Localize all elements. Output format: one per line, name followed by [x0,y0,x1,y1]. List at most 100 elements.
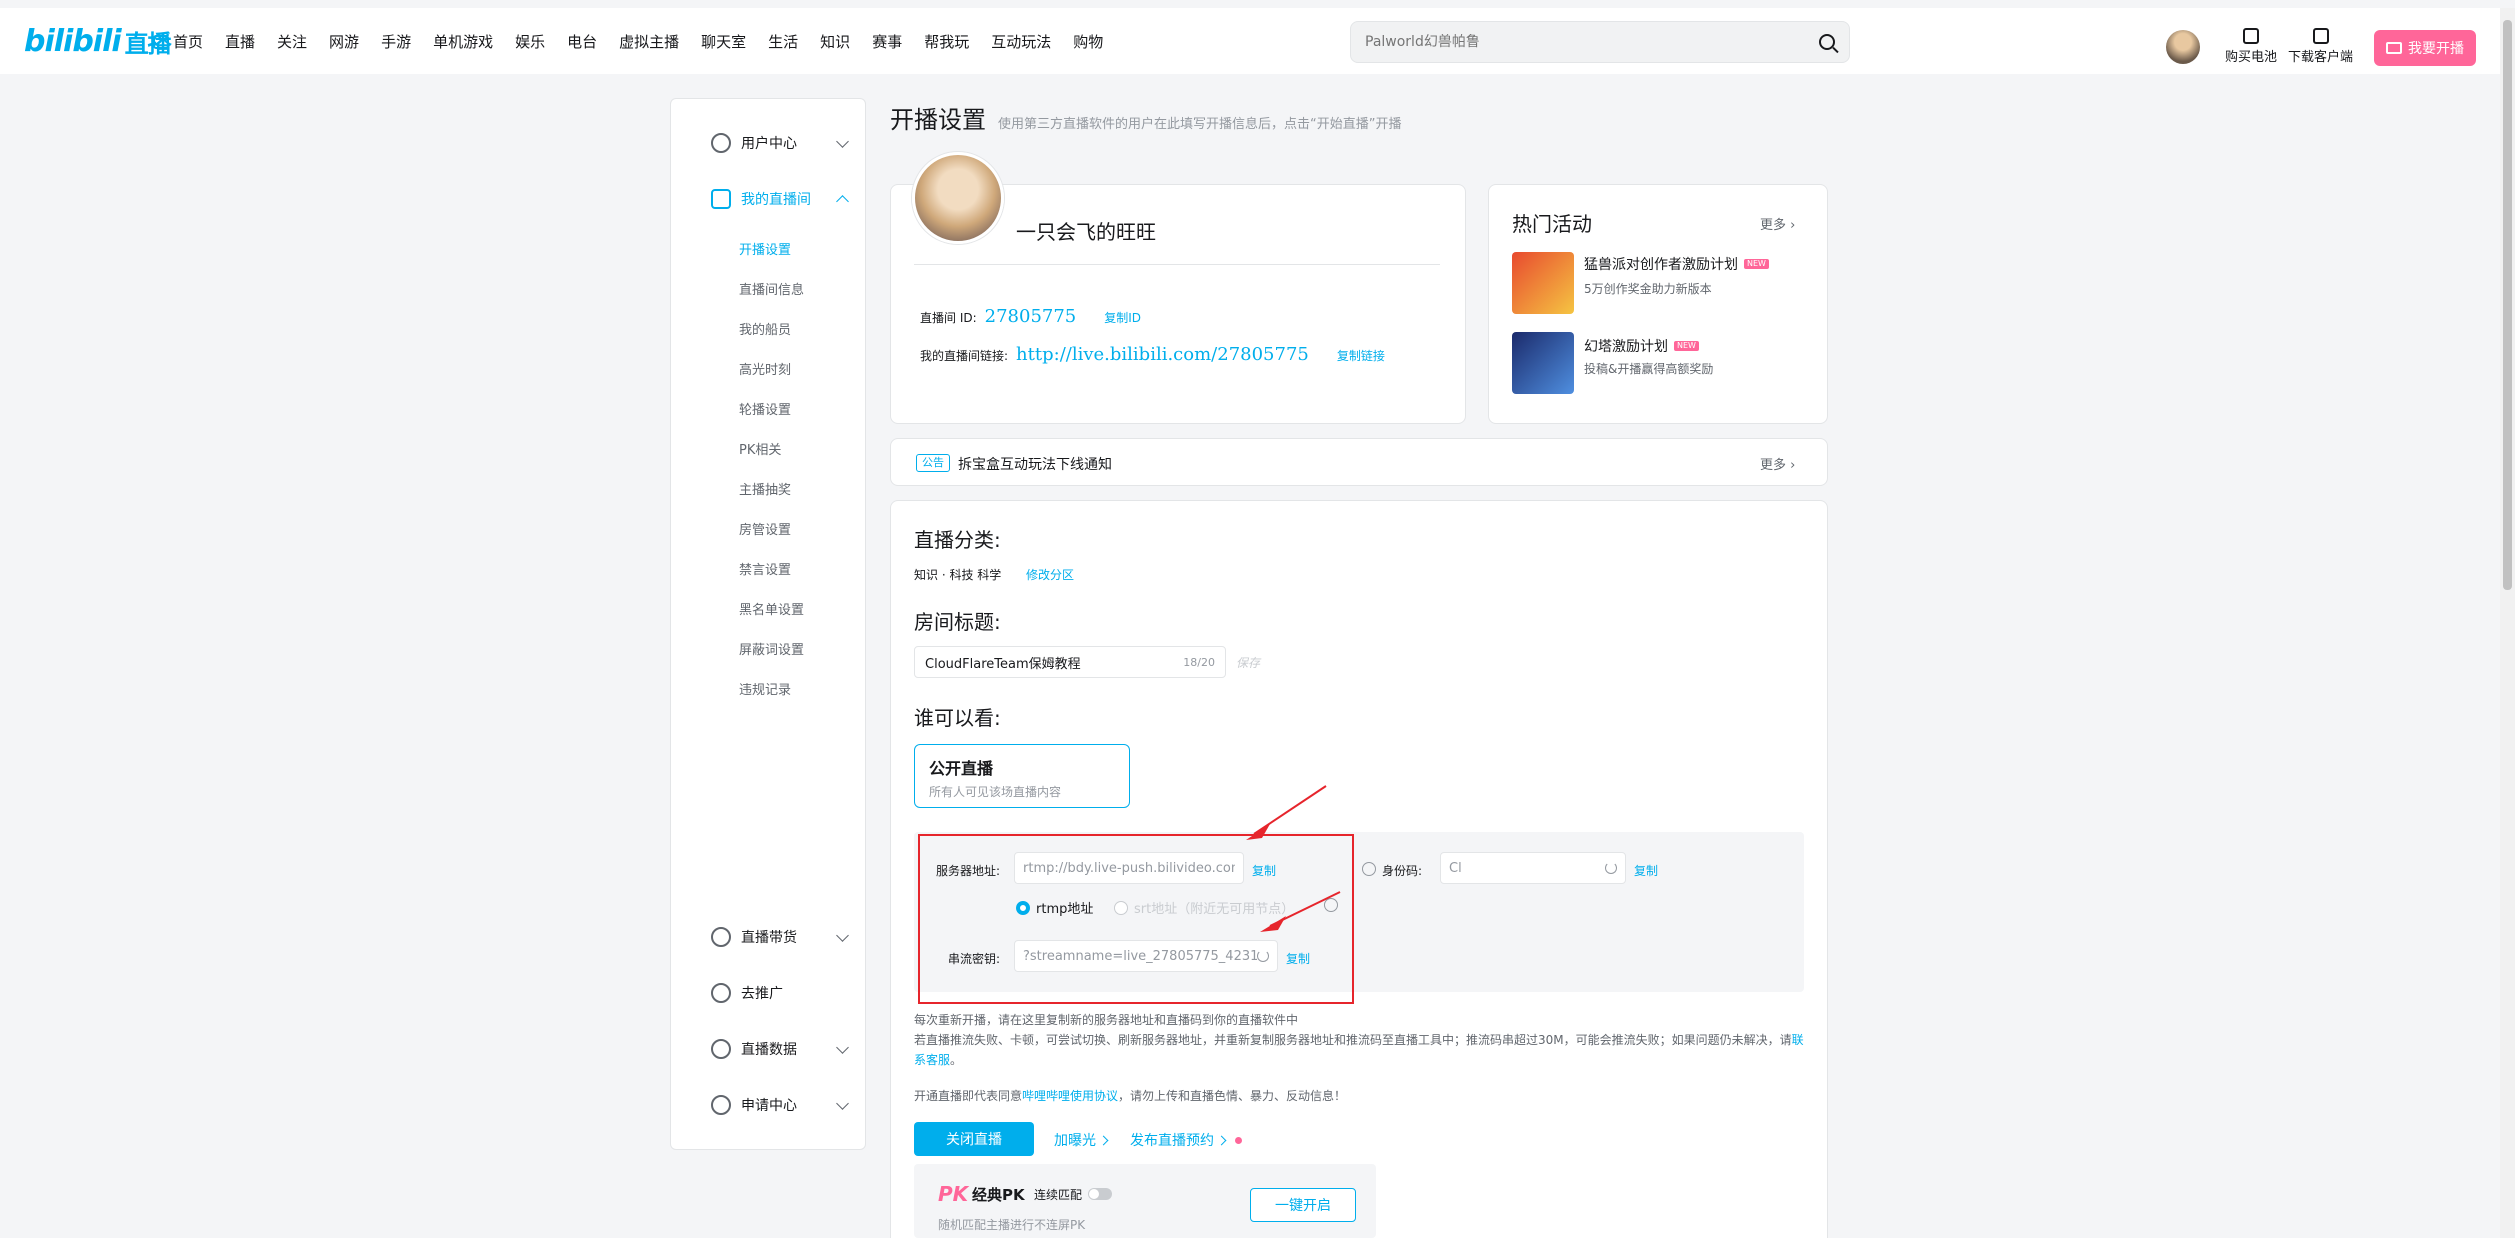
chevron-down-icon [836,1097,849,1110]
new-badge: NEW [1674,341,1699,351]
sidebar-sub-blacklist[interactable]: 黑名单设置 [739,599,804,618]
copy-identity-button[interactable]: 复制 [1634,862,1658,879]
agreement-text: 开通直播即代表同意哔哩哔哩使用协议，请勿上传和直播色情、暴力、反动信息！ [914,1086,1346,1106]
go-live-label: 我要开播 [2408,41,2464,57]
sidebar-sub-mute[interactable]: 禁言设置 [739,559,791,578]
user-icon [711,133,731,153]
chevron-down-icon [836,1041,849,1054]
nav-item-radio[interactable]: 电台 [556,30,608,54]
page-scrollbar[interactable] [2500,8,2515,1238]
streamer-avatar[interactable] [912,152,1004,244]
notice-more-link[interactable]: 更多 › [1760,454,1795,473]
nav-item-interactive[interactable]: 互动玩法 [980,30,1062,54]
sidebar-item-user-center[interactable]: 用户中心 [671,123,867,163]
sidebar-item-commerce[interactable]: 直播带货 [671,917,867,957]
data-icon [711,1039,731,1059]
go-live-button[interactable]: 我要开播 [2374,30,2476,66]
nav-item-online-games[interactable]: 网游 [318,30,370,54]
agreement-link[interactable]: 哔哩哔哩使用协议 [1022,1089,1118,1103]
room-link-value[interactable]: http://live.bilibili.com/27805775 [1016,344,1309,365]
close-live-button[interactable]: 关闭直播 [914,1122,1034,1156]
nav-item-life[interactable]: 生活 [757,30,809,54]
tv-icon [711,189,731,209]
nav-item-vtuber[interactable]: 虚拟主播 [608,30,690,54]
cart-icon [711,927,731,947]
nav-item-shopping[interactable]: 购物 [1062,30,1114,54]
hint-text: 每次重新开播，请在这里复制新的服务器地址和直播码到你的直播软件中 若直播推流失败… [914,1010,1814,1070]
annotation-arrows [1246,785,1341,932]
sidebar-sub-broadcast-settings[interactable]: 开播设置 [739,239,791,258]
streamer-name: 一只会飞的旺旺 [1016,220,1156,244]
chevron-right-icon [1098,1135,1109,1145]
sidebar-sub-highlights[interactable]: 高光时刻 [739,359,791,378]
buy-battery-button[interactable]: 购买电池 [2225,28,2277,65]
copy-link-link[interactable]: 复制链接 [1337,347,1385,364]
room-id-label: 直播间 ID: [920,311,977,325]
new-badge: NEW [1744,259,1769,269]
sidebar-item-label: 我的直播间 [741,192,811,208]
sidebar-sub-room-info[interactable]: 直播间信息 [739,279,804,298]
continuous-match-label: 连续匹配 [1034,1188,1083,1202]
sidebar-sub-block-words[interactable]: 屏蔽词设置 [739,639,804,658]
sidebar-item-my-room[interactable]: 我的直播间 [671,179,867,219]
sidebar-sub-carousel[interactable]: 轮播设置 [739,399,791,418]
divider [914,264,1440,265]
camera-icon [2386,42,2402,54]
activity-name[interactable]: 幻塔激励计划 NEW [1584,336,1699,356]
nav-item-knowledge[interactable]: 知识 [809,30,861,54]
more-label: 更多 [1760,458,1787,473]
sidebar-item-label: 申请中心 [741,1098,797,1114]
sidebar-sub-pk[interactable]: PK相关 [739,439,781,458]
nav-label: 首页 [173,33,204,51]
activity-thumbnail[interactable] [1512,252,1574,314]
search-input[interactable] [1365,34,1819,50]
save-title-button[interactable]: 保存 [1236,654,1260,671]
tv-icon [153,35,169,49]
sidebar-item-promote[interactable]: 去推广 [671,973,867,1013]
room-link-row: 我的直播间链接: http://live.bilibili.com/278057… [920,344,1385,365]
nav-item-chat[interactable]: 聊天室 [690,30,757,54]
user-avatar[interactable] [2166,30,2200,64]
sidebar-sub-room-admin[interactable]: 房管设置 [739,519,791,538]
room-title-label: 房间标题: [914,610,1001,634]
download-client-button[interactable]: 下载客户端 [2288,28,2353,65]
continuous-match-toggle[interactable] [1088,1188,1112,1200]
nav-item-follow[interactable]: 关注 [266,30,318,54]
notice-text[interactable]: 拆宝盒互动玩法下线通知 [958,454,1112,474]
top-bar: bilibili 直播 首页 直播 关注 网游 手游 单机游戏 娱乐 电台 虚拟… [0,8,2500,74]
page-header: 开播设置 使用第三方直播软件的用户在此填写开播信息后，点击“开始直播”开播 [890,100,1401,135]
activity-thumbnail[interactable] [1512,332,1574,394]
nav-item-mobile-games[interactable]: 手游 [370,30,422,54]
search-icon[interactable] [1819,34,1835,50]
sidebar-sub-violations[interactable]: 违规记录 [739,679,791,698]
schedule-link[interactable]: 发布直播预约 [1130,1130,1242,1150]
visibility-public-option[interactable]: 公开直播 所有人可见该场直播内容 [914,744,1130,808]
nav-item-help-play[interactable]: 帮我玩 [913,30,980,54]
activity-name[interactable]: 猛兽派对创作者激励计划 NEW [1584,254,1769,274]
page-description: 使用第三方直播软件的用户在此填写开播信息后，点击“开始直播”开播 [998,117,1402,132]
nav-item-single-games[interactable]: 单机游戏 [422,30,504,54]
sidebar-item-data[interactable]: 直播数据 [671,1029,867,1069]
identity-code-input[interactable] [1449,860,1605,876]
sidebar-sub-crew[interactable]: 我的船员 [739,319,791,338]
refresh-icon[interactable] [1605,862,1617,874]
agreement-suffix: ，请勿上传和直播色情、暴力、反动信息！ [1118,1089,1347,1103]
nav-item-entertainment[interactable]: 娱乐 [504,30,556,54]
room-title-input[interactable] [925,654,1184,670]
identity-field [1440,852,1626,884]
nav-item-esports[interactable]: 赛事 [861,30,913,54]
room-link-label: 我的直播间链接: [920,349,1009,363]
modify-category-link[interactable]: 修改分区 [1026,566,1074,583]
pk-start-button[interactable]: 一键开启 [1250,1188,1356,1222]
sidebar-sub-lottery[interactable]: 主播抽奖 [739,479,791,498]
sidebar-item-apply-center[interactable]: 申请中心 [671,1085,867,1125]
boost-link[interactable]: 加曝光 [1054,1130,1109,1150]
hot-more-link[interactable]: 更多 › [1760,214,1795,233]
info-icon[interactable] [1362,862,1376,876]
scrollbar-thumb[interactable] [2503,20,2512,590]
nav-item-home[interactable]: 首页 [142,30,214,54]
nav-item-live[interactable]: 直播 [214,30,266,54]
hint-line-2-text: 若直播推流失败、卡顿，可尝试切换、刷新服务器地址，并重新复制服务器地址和推流码至… [914,1033,1792,1047]
hint-line-2-end: 。 [950,1053,963,1067]
copy-id-link[interactable]: 复制ID [1104,309,1141,326]
